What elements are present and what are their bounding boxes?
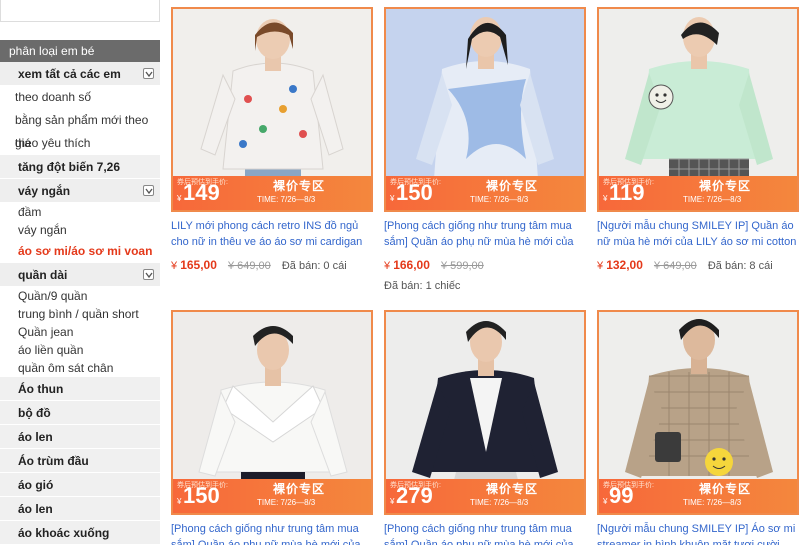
promo-zone-label: 裸价专区 [486, 482, 539, 496]
product-image[interactable]: 券后预估到手价: ¥ 119 裸价专区 TIME: 7/26—8/3 [597, 7, 799, 212]
product-card[interactable]: 券后预估到手价: ¥ 99 裸价专区 TIME: 7/26—8/3 [Người… [597, 310, 799, 545]
promo-zone-label: 裸价专区 [273, 179, 326, 193]
price-bar: ¥ 132,00 ¥ 649,00 Đã bán: 8 cái [597, 256, 799, 274]
product-card[interactable]: 券后预估到手价: ¥ 150 裸价专区 TIME: 7/26—8/3 [Phon… [171, 310, 373, 545]
category-sidebar: phân loại em bé xem tất cả các em theo d… [0, 0, 160, 545]
sold-count: Đã bán: 8 cái [707, 260, 773, 272]
sidebar-group-skirts[interactable]: váy ngắn [0, 179, 160, 203]
product-title[interactable]: LILY mới phong cách retro INS đồ ngủ cho… [171, 218, 373, 250]
promo-price: 149 [183, 180, 220, 205]
price-currency: ¥ [384, 260, 391, 272]
promo-price: 150 [183, 483, 220, 508]
promo-banner: 券后预估到手价: ¥ 99 裸价专区 TIME: 7/26—8/3 [599, 479, 797, 513]
product-image[interactable]: 券后预估到手价: ¥ 150 裸价专区 TIME: 7/26—8/3 [171, 310, 373, 515]
original-price: ¥ 649,00 [227, 260, 271, 272]
category-list: xem tất cả các em theo doanh số bằng sản… [0, 62, 160, 545]
promo-time: TIME: 7/26—8/3 [683, 498, 742, 507]
price-currency: ¥ [171, 260, 178, 272]
promo-currency: ¥ [390, 497, 395, 506]
promo-currency: ¥ [603, 497, 608, 506]
sidebar-group-tshirt[interactable]: Áo thun [0, 377, 160, 401]
promo-banner: 券后预估到手价: ¥ 279 裸价专区 TIME: 7/26—8/3 [386, 479, 584, 513]
sold-count: Đã bán: 0 cái [281, 260, 347, 272]
promo-zone-label: 裸价专区 [486, 179, 539, 193]
promo-banner: 券后预估到手价: ¥ 150 裸价专区 TIME: 7/26—8/3 [173, 479, 371, 513]
product-title[interactable]: [Người mẫu chung SMILEY IP] Quần áo nữ m… [597, 218, 799, 250]
current-price: 166,00 [393, 258, 430, 272]
promo-price: 150 [396, 180, 433, 205]
promo-banner: 券后预估到手价: ¥ 149 裸价专区 TIME: 7/26—8/3 [173, 176, 371, 210]
promo-time: TIME: 7/26—8/3 [470, 498, 529, 507]
collapse-toggle-icon[interactable] [143, 68, 154, 79]
promo-banner: 券后预估到手价: ¥ 150 裸价专区 TIME: 7/26—8/3 [386, 176, 584, 210]
promo-currency: ¥ [177, 194, 182, 203]
category-header: phân loại em bé [0, 40, 160, 62]
promo-time: TIME: 7/26—8/3 [257, 498, 316, 507]
sidebar-group-label: quần dài [18, 268, 68, 282]
sidebar-group-down-jacket[interactable]: áo khoác xuống [0, 521, 160, 545]
product-image[interactable]: 券后预估到手价: ¥ 279 裸价专区 TIME: 7/26—8/3 [384, 310, 586, 515]
product-title[interactable]: [Phong cách giống như trung tâm mua sắm]… [384, 218, 586, 250]
product-title[interactable]: [Phong cách giống như trung tâm mua sắm]… [171, 521, 373, 545]
sidebar-group-sweater[interactable]: áo len [0, 425, 160, 449]
price-bar: ¥ 166,00 ¥ 599,00 [384, 256, 586, 274]
current-price: 165,00 [180, 258, 217, 272]
sidebar-group-suits[interactable]: bộ đồ [0, 401, 160, 425]
promo-price: 119 [609, 180, 645, 205]
product-title[interactable]: [Phong cách giống như trung tâm mua sắm]… [384, 521, 586, 545]
original-price: ¥ 599,00 [440, 260, 484, 272]
promo-price: 99 [609, 483, 634, 508]
promo-zone-label: 裸价专区 [273, 482, 326, 496]
sidebar-item-jumpsuit[interactable]: áo liền quần [0, 341, 160, 359]
sidebar-item-new-by-price[interactable]: bằng sản phẩm mới theo giá [0, 109, 160, 150]
promo-currency: ¥ [177, 497, 182, 506]
sidebar-top-box [0, 0, 160, 22]
product-image[interactable]: 券后预估到手价: ¥ 150 裸价专区 TIME: 7/26—8/3 [384, 7, 586, 212]
sidebar-group-label: váy ngắn [18, 184, 71, 198]
sold-count: Đã bán: 1 chiếc [384, 280, 461, 292]
sidebar-item-dress[interactable]: đầm [0, 203, 160, 221]
promo-currency: ¥ [603, 194, 608, 203]
sidebar-item-shorts[interactable]: trung bình / quần short [0, 305, 160, 323]
sidebar-group-surge[interactable]: tăng đột biến 7,26 [0, 155, 160, 179]
product-image[interactable]: 券后预估到手价: ¥ 99 裸价专区 TIME: 7/26—8/3 [597, 310, 799, 515]
promo-time: TIME: 7/26—8/3 [683, 195, 742, 204]
promo-currency: ¥ [390, 194, 395, 203]
sidebar-group-hoodie[interactable]: Áo trùm đầu [0, 449, 160, 473]
sidebar-group-label: xem tất cả các em [18, 67, 121, 81]
sidebar-item-pants-9[interactable]: Quần/9 quần [0, 287, 160, 305]
current-price: 132,00 [606, 258, 643, 272]
promo-price: 279 [396, 483, 433, 508]
price-bar: ¥ 165,00 ¥ 649,00 Đã bán: 0 cái [171, 256, 373, 274]
promo-zone-label: 裸价专区 [699, 179, 752, 193]
sidebar-item-leggings[interactable]: quần ôm sát chân [0, 359, 160, 377]
promo-time: TIME: 7/26—8/3 [470, 195, 529, 204]
collapse-toggle-icon[interactable] [143, 269, 154, 280]
promo-time: TIME: 7/26—8/3 [257, 195, 316, 204]
product-image[interactable]: 券后预估到手价: ¥ 149 裸价专区 TIME: 7/26—8/3 [171, 7, 373, 212]
product-card[interactable]: 券后预估到手价: ¥ 150 裸价专区 TIME: 7/26—8/3 [Phon… [384, 7, 586, 292]
product-card[interactable]: 券后预估到手价: ¥ 279 裸价专区 TIME: 7/26—8/3 [Phon… [384, 310, 586, 545]
sidebar-item-shirts-active[interactable]: áo sơ mi/áo sơ mi voan [0, 239, 160, 263]
product-card[interactable]: 券后预估到手价: ¥ 119 裸价专区 TIME: 7/26—8/3 [Ngườ… [597, 7, 799, 274]
sidebar-item-skirt[interactable]: váy ngắn [0, 221, 160, 239]
promo-zone-label: 裸价专区 [699, 482, 752, 496]
original-price: ¥ 649,00 [653, 260, 697, 272]
sidebar-item-jeans[interactable]: Quần jean [0, 323, 160, 341]
collapse-toggle-icon[interactable] [143, 185, 154, 196]
sidebar-group-windbreaker[interactable]: áo gió [0, 473, 160, 497]
sidebar-group-all[interactable]: xem tất cả các em [0, 62, 160, 86]
sidebar-item-sales[interactable]: theo doanh số [0, 86, 160, 109]
product-title[interactable]: [Người mẫu chung SMILEY IP] Áo sơ mi str… [597, 521, 799, 545]
promo-banner: 券后预估到手价: ¥ 119 裸价专区 TIME: 7/26—8/3 [599, 176, 797, 210]
sidebar-item-favorites[interactable]: theo yêu thích [0, 132, 160, 155]
product-card[interactable]: 券后预估到手价: ¥ 149 裸价专区 TIME: 7/26—8/3 LILY … [171, 7, 373, 274]
sidebar-group-knit[interactable]: áo len [0, 497, 160, 521]
sidebar-group-pants[interactable]: quần dài [0, 263, 160, 287]
price-currency: ¥ [597, 260, 604, 272]
